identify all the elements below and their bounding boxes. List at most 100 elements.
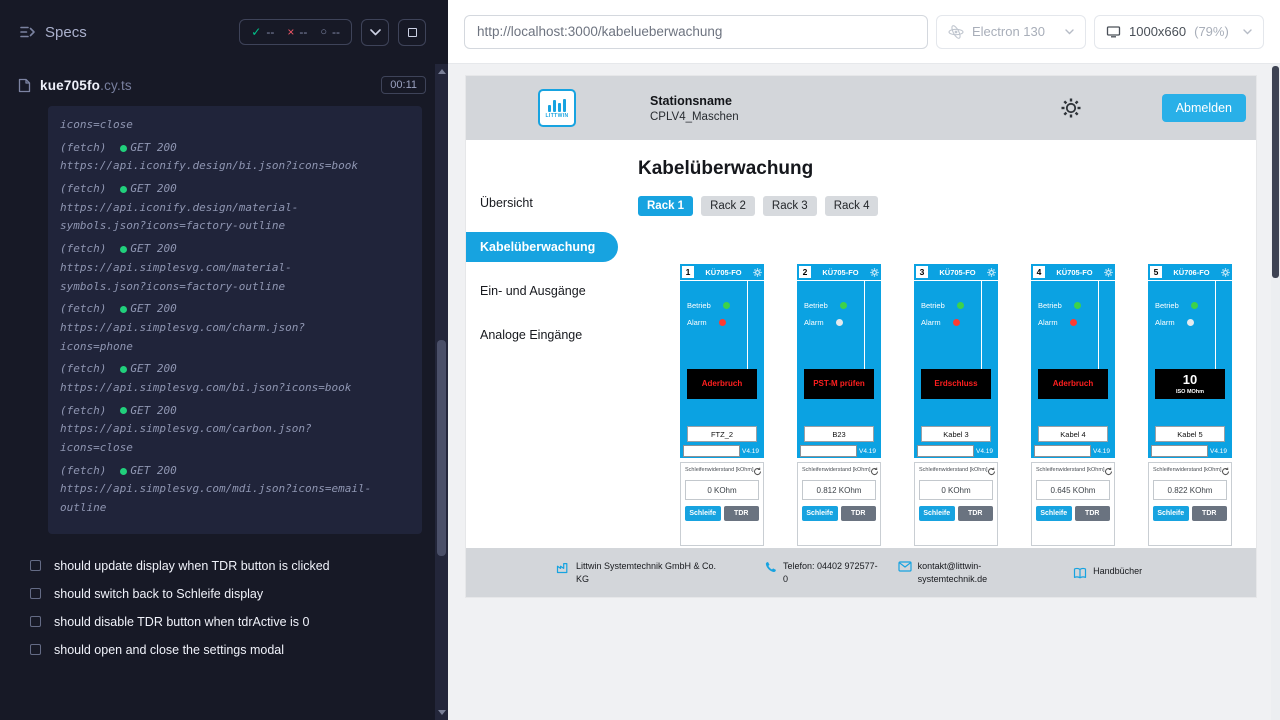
card-settings-icon[interactable] — [1104, 268, 1113, 277]
test-state-icon — [30, 644, 41, 655]
log-entry[interactable]: (fetch)GET 200 https://api.iconify.desig… — [60, 139, 410, 176]
aux-display — [917, 445, 974, 457]
log-entry[interactable]: (fetch)GET 200 https://api.simplesvg.com… — [60, 402, 410, 458]
refresh-icon[interactable] — [1221, 467, 1230, 476]
refresh-icon[interactable] — [987, 467, 996, 476]
aut-panel: Electron 130 1000x660 (79%) LITTWIN — [448, 0, 1280, 720]
status-display: Aderbruch — [687, 369, 757, 399]
tdr-button[interactable]: TDR — [841, 506, 877, 521]
page-scrollbar[interactable] — [1271, 64, 1280, 720]
url-input[interactable] — [477, 24, 915, 39]
measure-value: 0.645 KOhm — [1036, 480, 1110, 500]
viewport-select[interactable]: 1000x660 (79%) — [1094, 15, 1264, 49]
tab-rack-4[interactable]: Rack 4 — [825, 196, 879, 216]
request-url: https://api.simplesvg.com/material- symb… — [60, 259, 410, 296]
viewport-size: 1000x660 — [1129, 24, 1186, 39]
request-status: GET 200 — [130, 402, 176, 421]
manuals-link: Handbücher — [1093, 566, 1142, 576]
stop-button[interactable] — [398, 19, 426, 46]
refresh-icon[interactable] — [870, 467, 879, 476]
collapse-button[interactable] — [361, 19, 389, 46]
schleife-button[interactable]: Schleife — [1036, 506, 1072, 521]
test-title: should open and close the settings modal — [54, 643, 284, 657]
rack-tabs: Rack 1 Rack 2 Rack 3 Rack 4 — [638, 196, 1256, 216]
cable-name: Kabel 3 — [921, 426, 991, 442]
spec-file-row[interactable]: kue705fo.cy.ts 00:11 — [0, 64, 448, 104]
card-number: 4 — [1033, 266, 1045, 278]
card-settings-icon[interactable] — [753, 268, 762, 277]
schleife-button[interactable]: Schleife — [685, 506, 721, 521]
request-url: https://api.simplesvg.com/charm.json? ic… — [60, 319, 410, 356]
card-settings-icon[interactable] — [1221, 268, 1230, 277]
test-item[interactable]: should open and close the settings modal — [30, 636, 434, 664]
tab-rack-2[interactable]: Rack 2 — [701, 196, 755, 216]
logo-icon — [548, 98, 567, 112]
firmware-version: V4.19 — [974, 448, 995, 455]
schleife-button[interactable]: Schleife — [1153, 506, 1189, 521]
iso-unit: ISO MOhm — [1176, 389, 1204, 395]
viewport-icon — [1106, 25, 1121, 38]
schleife-button[interactable]: Schleife — [802, 506, 838, 521]
refresh-icon[interactable] — [753, 467, 762, 476]
book-icon — [1073, 567, 1087, 579]
schleife-button[interactable]: Schleife — [919, 506, 955, 521]
test-item[interactable]: should disable TDR button when tdrActive… — [30, 608, 434, 636]
firmware-version: V4.19 — [1208, 448, 1229, 455]
tab-rack-3[interactable]: Rack 3 — [763, 196, 817, 216]
scroll-down-icon[interactable] — [438, 710, 446, 715]
log-entry[interactable]: (fetch)GET 200 https://api.iconify.desig… — [60, 180, 410, 236]
logout-button[interactable]: Abmelden — [1162, 94, 1246, 122]
electron-icon — [948, 24, 964, 40]
tab-rack-1[interactable]: Rack 1 — [638, 196, 693, 216]
card-model: KÜ705-FO — [1045, 268, 1104, 277]
scrollbar-thumb[interactable] — [1272, 66, 1279, 278]
status-dot-icon — [120, 246, 127, 253]
tdr-button[interactable]: TDR — [958, 506, 994, 521]
test-item[interactable]: should update display when TDR button is… — [30, 552, 434, 580]
sidebar-item-ein-und-ausgaenge[interactable]: Ein- und Ausgänge — [466, 276, 622, 306]
device-card: 5 KÜ706-FO Betrieb Alarm — [1148, 264, 1232, 546]
sidebar-item-kabelueberwachung[interactable]: Kabelüberwachung — [466, 232, 618, 262]
settings-gear-icon[interactable] — [1060, 97, 1082, 119]
status-dot-icon — [120, 306, 127, 313]
betrieb-label: Betrieb — [1038, 301, 1062, 310]
aux-display — [683, 445, 740, 457]
alarm-led — [953, 319, 960, 326]
betrieb-label: Betrieb — [687, 301, 711, 310]
log-entry[interactable]: (fetch)GET 200 https://api.simplesvg.com… — [60, 360, 410, 397]
measure-label: Schleifenwiderstand [kOhm] — [802, 467, 870, 473]
log-entry[interactable]: (fetch)GET 200 https://api.simplesvg.com… — [60, 462, 410, 518]
tdr-button[interactable]: TDR — [1192, 506, 1228, 521]
footer-manuals[interactable]: Handbücher — [1073, 566, 1142, 579]
browser-bar: Electron 130 1000x660 (79%) — [448, 0, 1280, 64]
status-display: Aderbruch — [1038, 369, 1108, 399]
betrieb-label: Betrieb — [1155, 301, 1179, 310]
email-address: kontakt@littwin- systemtechnik.de — [918, 560, 988, 584]
device-card: 4 KÜ705-FO Betrieb Alarm — [1031, 264, 1115, 546]
status-display: 10 ISO MOhm — [1155, 369, 1225, 399]
refresh-icon[interactable] — [1104, 467, 1113, 476]
card-settings-icon[interactable] — [870, 268, 879, 277]
alarm-label: Alarm — [804, 318, 824, 327]
app-footer: Littwin Systemtechnik GmbH & Co. KG Tele… — [466, 548, 1256, 597]
status-dot-icon — [120, 145, 127, 152]
sidebar-item-uebersicht[interactable]: Übersicht — [466, 188, 622, 218]
page-title: Kabelüberwachung — [638, 158, 1256, 180]
tdr-button[interactable]: TDR — [1075, 506, 1111, 521]
card-settings-icon[interactable] — [987, 268, 996, 277]
scrollbar-thumb[interactable] — [437, 340, 446, 556]
browser-select[interactable]: Electron 130 — [936, 15, 1086, 49]
measure-label: Schleifenwiderstand [kOhm] — [1036, 467, 1104, 473]
log-entry[interactable]: (fetch)GET 200 https://api.simplesvg.com… — [60, 240, 410, 296]
reporter-scrollbar[interactable] — [435, 64, 448, 720]
device-card: 1 KÜ705-FO Betrieb Alarm — [680, 264, 764, 546]
specs-button[interactable]: Specs — [20, 24, 87, 41]
app-sidebar: Übersicht Kabelüberwachung Ein- und Ausg… — [466, 140, 622, 548]
sidebar-item-analoge-eingaenge[interactable]: Analoge Eingänge — [466, 320, 622, 350]
log-entry[interactable]: (fetch)GET 200 https://api.simplesvg.com… — [60, 300, 410, 356]
scroll-up-icon[interactable] — [438, 69, 446, 74]
tdr-button[interactable]: TDR — [724, 506, 760, 521]
spec-duration: 00:11 — [381, 76, 426, 94]
test-item[interactable]: should switch back to Schleife display — [30, 580, 434, 608]
cross-icon: × — [287, 25, 294, 39]
